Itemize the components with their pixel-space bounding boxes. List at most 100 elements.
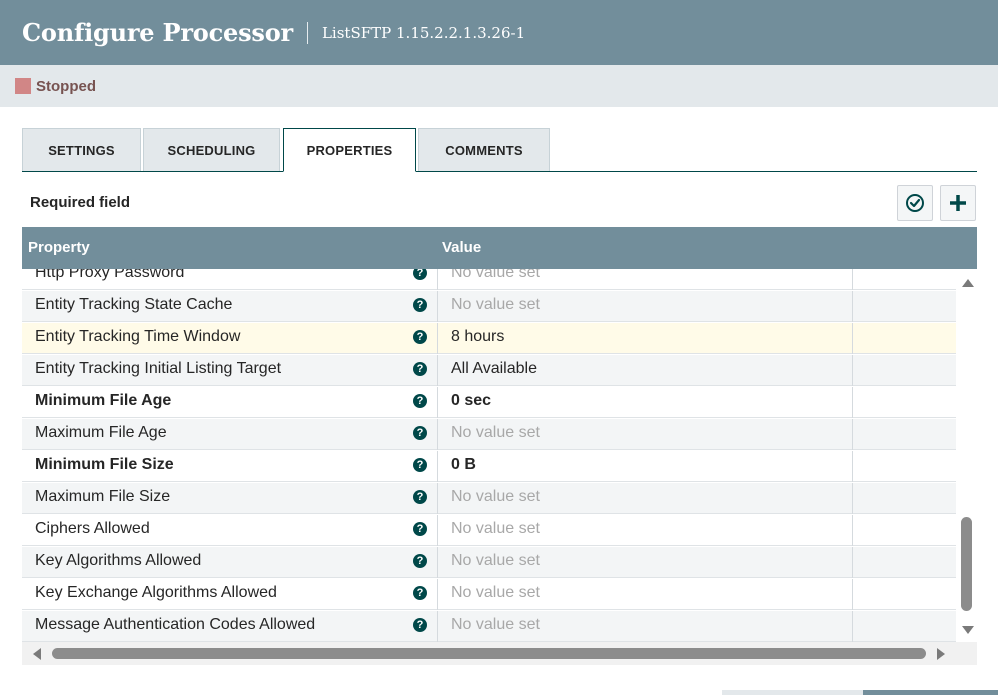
property-row[interactable]: Entity Tracking Time Window? 8 hours	[22, 323, 956, 354]
property-row[interactable]: Maximum File Size? No value set	[22, 483, 956, 514]
help-icon[interactable]: ?	[413, 269, 427, 280]
title-divider	[306, 21, 308, 44]
property-row[interactable]: Message Authentication Codes Allowed? No …	[22, 611, 956, 642]
property-value[interactable]: No value set	[451, 424, 540, 442]
column-divider	[852, 611, 853, 642]
help-icon[interactable]: ?	[413, 394, 427, 408]
tab-settings[interactable]: SETTINGS	[22, 128, 141, 171]
column-divider	[852, 547, 853, 578]
required-field-legend: Required field	[30, 194, 131, 211]
column-header-property: Property	[28, 239, 90, 256]
column-divider	[437, 451, 438, 482]
column-divider	[852, 483, 853, 514]
horizontal-scroll-thumb[interactable]	[52, 648, 926, 659]
dialog-header: Configure Processor ListSFTP 1.15.2.2.1.…	[0, 0, 998, 65]
scroll-up-arrow-icon[interactable]	[962, 279, 974, 287]
horizontal-scrollbar[interactable]	[22, 642, 977, 665]
dialog-title: Configure Processor	[22, 18, 293, 47]
help-icon[interactable]: ?	[413, 618, 427, 632]
scroll-right-arrow-icon[interactable]	[937, 648, 945, 660]
help-icon[interactable]: ?	[413, 522, 427, 536]
column-divider	[437, 355, 438, 386]
property-name: Minimum File Age	[35, 392, 172, 409]
help-icon[interactable]: ?	[413, 554, 427, 568]
column-divider	[437, 419, 438, 450]
property-value[interactable]: 8 hours	[451, 328, 504, 346]
vertical-scrollbar[interactable]	[958, 269, 977, 642]
column-divider	[437, 269, 438, 290]
column-divider	[852, 579, 853, 610]
tab-bar: SETTINGS SCHEDULING PROPERTIES COMMENTS	[22, 128, 977, 172]
tab-scheduling[interactable]: SCHEDULING	[143, 128, 280, 171]
property-value[interactable]: No value set	[451, 296, 540, 314]
property-name: Key Exchange Algorithms Allowed	[35, 584, 277, 601]
column-divider	[852, 515, 853, 546]
status-text: Stopped	[36, 77, 96, 95]
column-divider	[437, 547, 438, 578]
column-divider	[437, 515, 438, 546]
property-row[interactable]: Maximum File Age? No value set	[22, 419, 956, 450]
table-body: Http Proxy Password? No value set Entity T…	[22, 269, 956, 642]
property-value[interactable]: All Available	[451, 360, 537, 378]
check-circle-icon	[906, 194, 924, 212]
property-name: Key Algorithms Allowed	[35, 552, 202, 569]
tab-properties[interactable]: PROPERTIES	[283, 128, 416, 172]
column-divider	[437, 291, 438, 322]
column-divider	[852, 355, 853, 386]
property-value[interactable]: No value set	[451, 552, 540, 570]
property-name: Entity Tracking Initial Listing Target	[35, 360, 282, 377]
column-divider	[437, 387, 438, 418]
help-icon[interactable]: ?	[413, 586, 427, 600]
column-divider	[437, 579, 438, 610]
property-value[interactable]: No value set	[451, 520, 540, 538]
property-row[interactable]: Minimum File Size? 0 B	[22, 451, 956, 482]
properties-table: Property Value Http Proxy Password? No va…	[22, 227, 977, 665]
property-name: Entity Tracking Time Window	[35, 328, 241, 345]
property-name: Ciphers Allowed	[35, 520, 150, 537]
plus-icon	[950, 195, 966, 211]
property-row[interactable]: Entity Tracking Initial Listing Target? A…	[22, 355, 956, 386]
property-name: Maximum File Age	[35, 424, 167, 441]
table-header: Property Value	[22, 227, 977, 269]
help-icon[interactable]: ?	[413, 426, 427, 440]
column-divider	[437, 483, 438, 514]
property-row[interactable]: Key Algorithms Allowed? No value set	[22, 547, 956, 578]
column-header-value: Value	[442, 239, 482, 256]
property-row[interactable]: Entity Tracking State Cache? No value set	[22, 291, 956, 322]
property-row[interactable]: Ciphers Allowed? No value set	[22, 515, 956, 546]
property-value[interactable]: No value set	[451, 616, 540, 634]
property-value[interactable]: 0 B	[451, 456, 476, 474]
column-divider	[852, 269, 853, 290]
column-divider	[437, 323, 438, 354]
scroll-down-arrow-icon[interactable]	[962, 626, 974, 634]
property-value[interactable]: No value set	[451, 584, 540, 602]
cancel-button[interactable]	[722, 690, 863, 695]
column-divider	[852, 451, 853, 482]
property-row[interactable]: Http Proxy Password? No value set	[22, 269, 956, 290]
property-row[interactable]: Minimum File Age? 0 sec	[22, 387, 956, 418]
verify-properties-button[interactable]	[897, 185, 933, 221]
column-divider	[852, 323, 853, 354]
property-name: Minimum File Size	[35, 456, 174, 473]
property-value[interactable]: No value set	[451, 488, 540, 506]
add-property-button[interactable]	[940, 185, 976, 221]
property-name: Message Authentication Codes Allowed	[35, 616, 316, 633]
help-icon[interactable]: ?	[413, 330, 427, 344]
property-row[interactable]: Key Exchange Algorithms Allowed? No value…	[22, 579, 956, 610]
help-icon[interactable]: ?	[413, 458, 427, 472]
column-divider	[852, 291, 853, 322]
help-icon[interactable]: ?	[413, 362, 427, 376]
help-icon[interactable]: ?	[413, 298, 427, 312]
property-name: Entity Tracking State Cache	[35, 296, 233, 313]
column-divider	[852, 419, 853, 450]
help-icon[interactable]: ?	[413, 490, 427, 504]
property-value[interactable]: 0 sec	[451, 392, 491, 410]
apply-button[interactable]	[863, 690, 998, 695]
property-name: Maximum File Size	[35, 488, 171, 505]
processor-type-version: ListSFTP 1.15.2.2.1.3.26-1	[321, 23, 526, 42]
property-value[interactable]: No value set	[451, 269, 540, 282]
tab-comments[interactable]: COMMENTS	[418, 128, 550, 171]
vertical-scroll-thumb[interactable]	[961, 517, 972, 611]
scroll-left-arrow-icon[interactable]	[33, 648, 41, 660]
property-name: Http Proxy Password	[35, 269, 185, 281]
